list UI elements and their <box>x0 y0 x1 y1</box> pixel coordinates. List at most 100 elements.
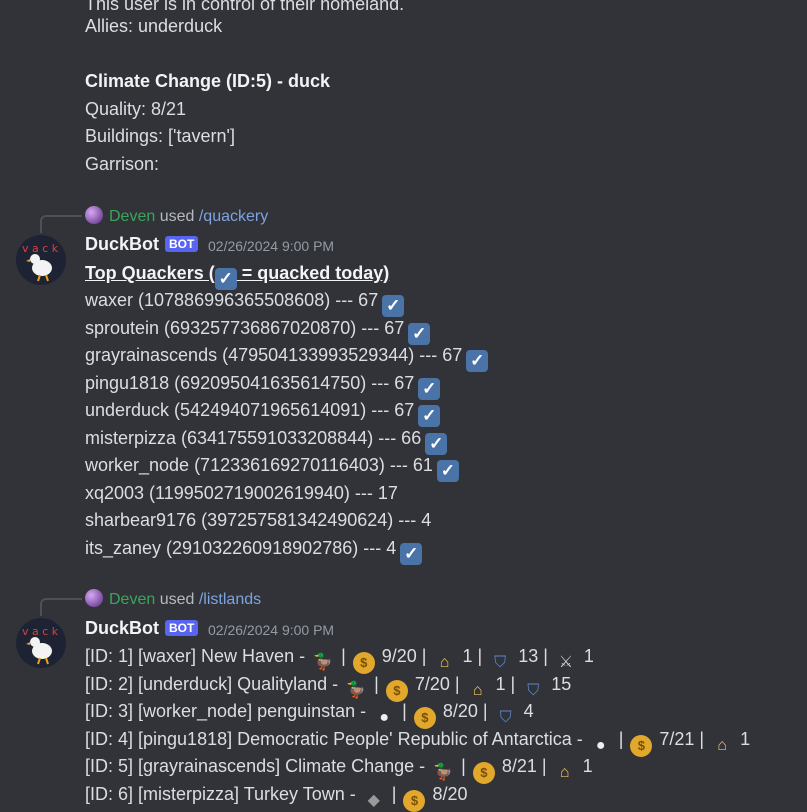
check-icon: ✓ <box>425 432 448 455</box>
coin-icon: $ <box>630 734 653 757</box>
duck-avatar-icon: v a c k <box>22 242 59 282</box>
svg-text:v a c k: v a c k <box>22 625 59 638</box>
house-icon: ⌂ <box>472 681 483 699</box>
reply-connector <box>40 215 82 233</box>
list-item: grayrainascends (479504133993529344) ---… <box>85 344 489 372</box>
coin-icon: $ <box>352 652 375 674</box>
shield-icon: ⛉ <box>499 709 512 726</box>
list-item-text: grayrainascends (479504133993529344) ---… <box>85 345 463 365</box>
coin-icon: $ <box>413 707 436 729</box>
avatar[interactable]: v a c k <box>16 235 66 285</box>
timestamp[interactable]: 02/26/2024 9:00 PM <box>208 622 334 638</box>
list-item: its_zaney (291032260918902786) --- 4 ✓ <box>85 537 423 565</box>
list-item-text: underduck (542494071965614091) --- 67 <box>85 400 415 420</box>
buildings-text: Buildings: ['tavern'] <box>85 126 235 146</box>
land-row: [ID: 5] [grayrainascends] Climate Change… <box>85 755 593 784</box>
land-stat-text: 1 <box>735 728 751 749</box>
land-stat-text: | <box>336 646 351 666</box>
reply-header[interactable]: Deven used /quackery <box>85 206 268 226</box>
svg-text:v a c k: v a c k <box>22 242 59 255</box>
list-item: pingu1818 (692095041635614750) --- 67 ✓ <box>85 372 441 400</box>
quality-text: Quality: 8/21 <box>85 99 187 119</box>
check-icon: ✓ <box>418 377 441 400</box>
author-name[interactable]: DuckBot <box>85 234 159 255</box>
reply-username[interactable]: Deven <box>109 591 155 608</box>
bot-badge: BOT <box>165 236 199 252</box>
list-item: worker_node (712336169270116403) --- 61 ✓ <box>85 454 459 482</box>
land-stat-text: | <box>386 783 402 804</box>
list-item: sproutein (693257736867020870) --- 67 ✓ <box>85 317 431 345</box>
duck-avatar-icon: v a c k <box>22 625 59 665</box>
list-item: xq2003 (1199502719002619940) --- 17 <box>85 482 398 504</box>
house-icon: ⌂ <box>559 764 570 781</box>
reply-used: used <box>159 591 195 608</box>
land-stat-text: | <box>456 756 471 776</box>
land-stat-text: 7/20 | <box>409 673 465 694</box>
check-icon: ✓ <box>400 542 423 565</box>
land-stat-text: 1 <box>578 646 594 666</box>
list-item: waxer (107886996365508608) --- 67 ✓ <box>85 289 405 317</box>
penguin-icon: ● <box>379 709 389 726</box>
land-stat-text: | <box>397 701 412 721</box>
penguin-icon: ● <box>595 736 606 754</box>
duck-icon: 🦆 <box>346 681 367 699</box>
reply-command[interactable]: /quackery <box>199 208 268 225</box>
land-stat-text: 8/21 | <box>496 756 552 776</box>
reply-header[interactable]: Deven used /listlands <box>85 589 261 609</box>
list-item-text: sharbear9176 (397257581342490624) --- 4 <box>85 510 432 530</box>
land-stat-text: 1 | <box>457 646 488 666</box>
land-stat-text: 15 <box>546 673 572 694</box>
quackers-title: Top Quackers (✓ = quacked today) <box>85 262 389 290</box>
list-item: sharbear9176 (397257581342490624) --- 4 <box>85 509 431 531</box>
land-stat-text: 9/20 | <box>376 646 432 666</box>
land-label: [ID: 2] [underduck] Qualityland - <box>85 673 344 694</box>
shield-icon: ⛉ <box>494 654 507 671</box>
timestamp[interactable]: 02/26/2024 9:00 PM <box>208 238 334 254</box>
coin-icon: $ <box>385 679 408 702</box>
duck-icon: 🦆 <box>313 654 334 671</box>
land-row: [ID: 4] [pingu1818] Democratic People' R… <box>85 728 750 757</box>
check-icon: ✓ <box>382 295 405 317</box>
list-item-text: its_zaney (291032260918902786) --- 4 <box>85 537 397 558</box>
land-row: [ID: 3] [worker_node] penguinstan - ● | … <box>85 700 534 729</box>
land-stat-text: 1 <box>577 756 593 776</box>
land-stat-text: 4 <box>518 701 534 721</box>
land-row: [ID: 6] [misterpizza] Turkey Town - ◆ | … <box>85 783 467 812</box>
house-icon: ⌂ <box>717 736 727 754</box>
list-item: misterpizza (634175591033208844) --- 66 ✓ <box>85 427 448 455</box>
land-row: [ID: 1] [waxer] New Haven - 🦆 | $ 9/20 |… <box>85 645 594 674</box>
rat-icon: ◆ <box>367 791 380 809</box>
list-item-text: xq2003 (1199502719002619940) --- 17 <box>85 482 398 503</box>
coin-icon: $ <box>403 789 426 812</box>
land-label: [ID: 6] [misterpizza] Turkey Town - <box>85 783 361 804</box>
reply-connector <box>40 598 82 616</box>
land-stat-text: 8/20 <box>427 783 468 804</box>
land-stat-text: 1 | <box>490 673 521 694</box>
house-icon: ⌂ <box>439 654 450 671</box>
bot-badge: BOT <box>165 620 199 636</box>
land-label: [ID: 3] [worker_node] penguinstan - <box>85 701 372 721</box>
list-item-text: worker_node (712336169270116403) --- 61 <box>85 455 433 475</box>
list-item-text: waxer (107886996365508608) --- 67 <box>85 290 379 310</box>
land-stat-text: | <box>369 673 384 694</box>
shield-icon: ⛉ <box>527 681 540 699</box>
coin-icon: $ <box>472 762 495 784</box>
list-item-text: misterpizza (634175591033208844) --- 66 <box>85 427 422 448</box>
reply-command[interactable]: /listlands <box>199 591 261 608</box>
land-stat-text: | <box>613 728 629 749</box>
garrison-text: Garrison: <box>85 154 160 174</box>
land-title: Climate Change (ID:5) - duck <box>85 71 331 91</box>
land-label: [ID: 1] [waxer] New Haven - <box>85 646 311 666</box>
land-stat-text: 8/20 | <box>437 701 493 721</box>
check-icon: ✓ <box>418 405 441 427</box>
check-icon: ✓ <box>408 322 431 345</box>
land-row: [ID: 2] [underduck] Qualityland - 🦆 | $ … <box>85 673 571 702</box>
avatar[interactable]: v a c k <box>16 618 66 668</box>
reply-used: used <box>159 208 195 225</box>
land-label: [ID: 5] [grayrainascends] Climate Change… <box>85 756 431 776</box>
author-name[interactable]: DuckBot <box>85 618 159 639</box>
check-icon: ✓ <box>436 460 459 482</box>
reply-username[interactable]: Deven <box>109 208 155 225</box>
avatar-small <box>85 589 103 607</box>
land-stat-text: 7/21 | <box>654 728 710 749</box>
